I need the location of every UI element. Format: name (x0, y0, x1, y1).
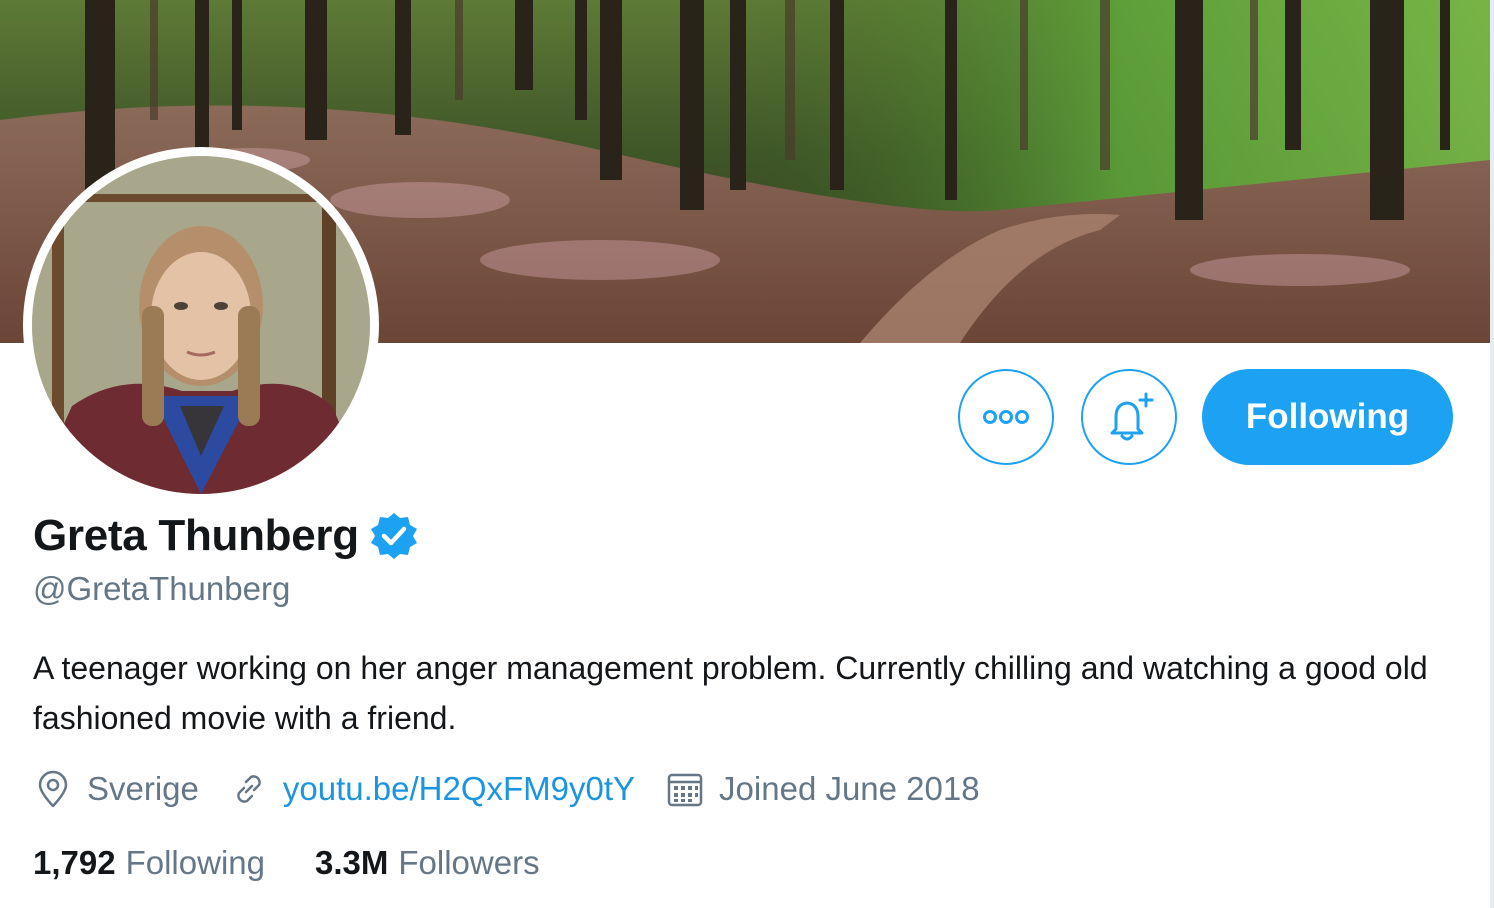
link-icon (237, 775, 261, 803)
location-text: Sverige (87, 770, 199, 807)
profile-page: Following Greta Thunberg @GretaThunberg … (0, 0, 1494, 908)
following-button[interactable]: Following (1202, 369, 1453, 465)
joined-text: Joined June 2018 (719, 770, 980, 807)
following-stat[interactable]: 1,792 Following (33, 844, 265, 882)
profile-bio: A teenager working on her anger manageme… (33, 650, 1428, 736)
following-label: Following (125, 844, 265, 881)
calendar-icon (667, 773, 703, 807)
page-edge (1490, 0, 1494, 908)
profile-avatar[interactable] (23, 147, 379, 503)
followers-stat[interactable]: 3.3M Followers (315, 844, 540, 882)
profile-stats: 1,792 Following 3.3M Followers (33, 838, 590, 888)
profile-link[interactable]: youtu.be/H2QxFM9y0tY (229, 769, 635, 809)
following-count: 1,792 (33, 844, 116, 881)
link-text[interactable]: youtu.be/H2QxFM9y0tY (283, 770, 635, 808)
profile-handle: @GretaThunberg (33, 570, 291, 607)
followers-label: Followers (398, 844, 540, 881)
location-pin-icon (38, 770, 68, 808)
avatar-photo-graphic (32, 156, 370, 494)
more-horizontal-icon (983, 410, 1029, 424)
notifications-button[interactable] (1081, 369, 1177, 465)
profile-meta: Sverige youtu.be/H2QxFM9y0tY Joined June… (33, 764, 1010, 814)
profile-location: Sverige (33, 769, 199, 809)
verified-badge-icon (369, 511, 419, 561)
profile-name-row: Greta Thunberg (33, 508, 419, 564)
bell-plus-icon (1110, 392, 1154, 441)
more-options-button[interactable] (958, 369, 1054, 465)
profile-joined: Joined June 2018 (665, 769, 980, 809)
display-name: Greta Thunberg (33, 511, 359, 560)
followers-count: 3.3M (315, 844, 389, 881)
